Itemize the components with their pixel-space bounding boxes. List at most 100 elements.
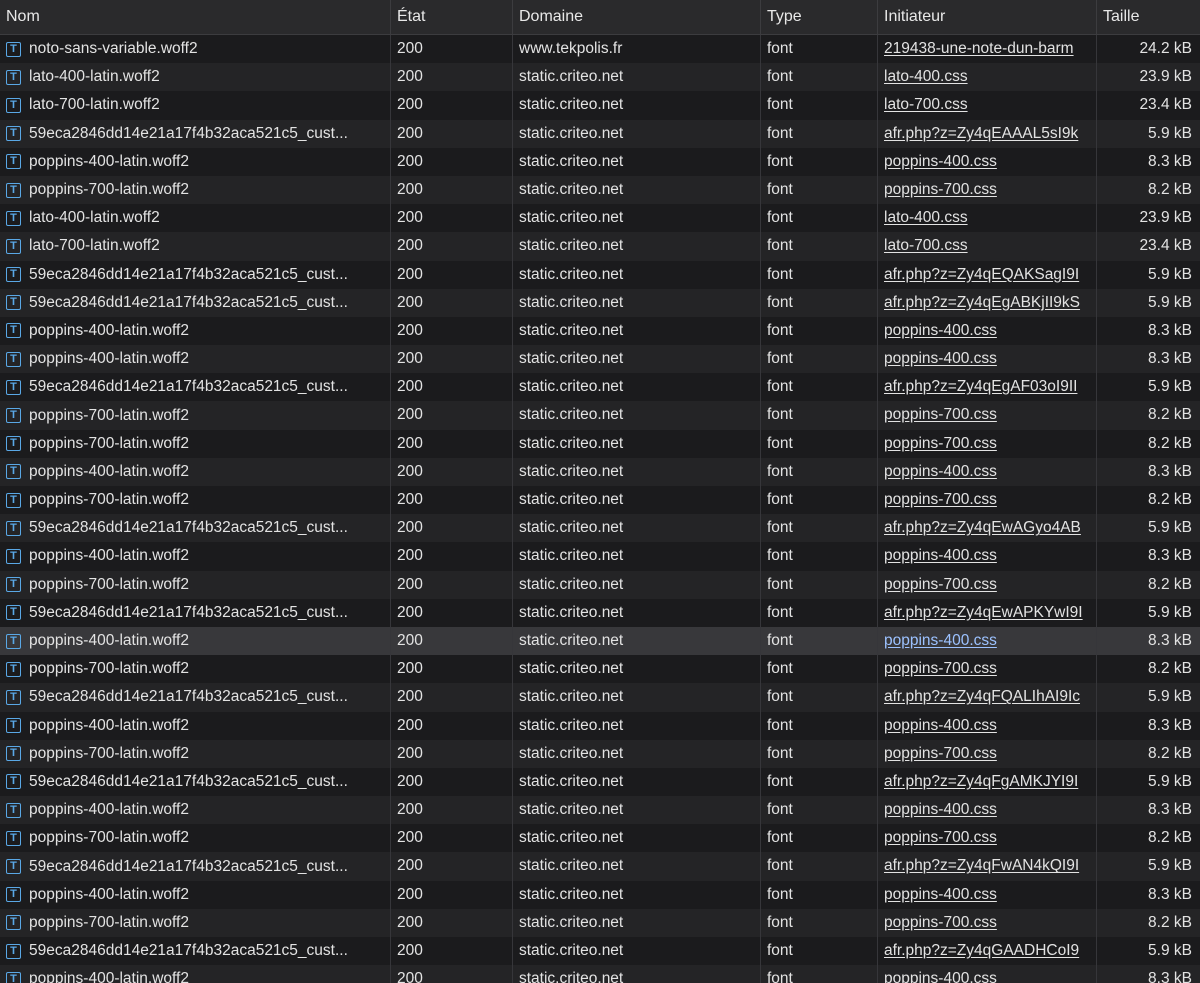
initiator-link[interactable]: poppins-700.css (884, 181, 997, 198)
table-row[interactable]: Tpoppins-700-latin.woff2 200 static.criteo… (0, 908, 1200, 937)
initiator-link[interactable]: poppins-700.css (884, 914, 997, 931)
table-row[interactable]: T 59eca2846dd14e21a17f4b32aca521c5_cust..… (0, 937, 1200, 966)
table-row[interactable]: Tlato-700-latin.woff2 200 static.criteo.ne… (0, 91, 1200, 120)
cell-nom[interactable]: Tpoppins-400-latin.woff2 (0, 796, 391, 825)
initiator-link[interactable]: afr.php?z=Zy4qFwAN4kQI9I (884, 857, 1079, 874)
cell-nom[interactable]: T 59eca2846dd14e21a17f4b32aca521c5_cust..… (0, 598, 391, 627)
column-header-domaine[interactable]: Domaine (513, 0, 761, 34)
table-row[interactable]: T 59eca2846dd14e21a17f4b32aca521c5_cust..… (0, 852, 1200, 881)
cell-nom[interactable]: Tlato-700-latin.woff2 (0, 232, 391, 261)
table-row[interactable]: Tpoppins-700-latin.woff2 200 static.criteo… (0, 739, 1200, 768)
cell-nom[interactable]: Tpoppins-700-latin.woff2 (0, 655, 391, 684)
table-row[interactable]: Tlato-400-latin.woff2 200 static.criteo.ne… (0, 63, 1200, 92)
table-row[interactable]: Tpoppins-400-latin.woff2 200 static.criteo… (0, 965, 1200, 983)
initiator-link[interactable]: poppins-700.css (884, 576, 997, 593)
initiator-link[interactable]: poppins-400.css (884, 886, 997, 903)
table-row[interactable]: T 59eca2846dd14e21a17f4b32aca521c5_cust..… (0, 260, 1200, 289)
cell-nom[interactable]: Tpoppins-700-latin.woff2 (0, 824, 391, 853)
table-row[interactable]: T 59eca2846dd14e21a17f4b32aca521c5_cust..… (0, 288, 1200, 317)
initiator-link[interactable]: afr.php?z=Zy4qEwAGyo4AB (884, 519, 1081, 536)
initiator-link[interactable]: lato-400.css (884, 209, 968, 226)
column-header-initiateur[interactable]: Initiateur (878, 0, 1097, 34)
initiator-link[interactable]: lato-700.css (884, 96, 968, 113)
table-row[interactable]: Tpoppins-700-latin.woff2 200 static.criteo… (0, 486, 1200, 515)
initiator-link[interactable]: afr.php?z=Zy4qEgABKjII9kS (884, 294, 1080, 311)
table-row[interactable]: Tpoppins-400-latin.woff2 200 static.criteo… (0, 542, 1200, 571)
cell-nom[interactable]: Tpoppins-400-latin.woff2 (0, 147, 391, 176)
cell-nom[interactable]: Tlato-400-latin.woff2 (0, 63, 391, 92)
table-row[interactable]: Tpoppins-700-latin.woff2 200 static.criteo… (0, 429, 1200, 458)
table-row[interactable]: Tpoppins-700-latin.woff2 200 static.criteo… (0, 824, 1200, 853)
initiator-link[interactable]: poppins-400.css (884, 153, 997, 170)
cell-nom[interactable]: Tlato-700-latin.woff2 (0, 91, 391, 120)
table-row[interactable]: Tpoppins-400-latin.woff2 200 static.criteo… (0, 147, 1200, 176)
initiator-link[interactable]: poppins-700.css (884, 660, 997, 677)
cell-nom[interactable]: Tpoppins-700-latin.woff2 (0, 570, 391, 599)
cell-nom[interactable]: T 59eca2846dd14e21a17f4b32aca521c5_cust..… (0, 683, 391, 712)
table-row[interactable]: Tpoppins-400-latin.woff2 200 static.criteo… (0, 457, 1200, 486)
initiator-link[interactable]: lato-700.css (884, 237, 968, 254)
column-header-etat[interactable]: État (391, 0, 513, 34)
column-header-nom[interactable]: Nom (0, 0, 391, 34)
table-row[interactable]: Tpoppins-400-latin.woff2 200 static.criteo… (0, 711, 1200, 740)
cell-nom[interactable]: T 59eca2846dd14e21a17f4b32aca521c5_cust..… (0, 852, 391, 881)
table-row[interactable]: Tnoto-sans-variable.woff2 200 www.tekpolis… (0, 35, 1200, 64)
cell-nom[interactable]: T 59eca2846dd14e21a17f4b32aca521c5_cust..… (0, 119, 391, 148)
cell-nom[interactable]: Tpoppins-400-latin.woff2 (0, 626, 391, 656)
initiator-link[interactable]: poppins-400.css (884, 632, 997, 649)
initiator-link[interactable]: poppins-400.css (884, 547, 997, 564)
initiator-link[interactable]: afr.php?z=Zy4qEQAKSagI9I (884, 266, 1079, 283)
cell-nom[interactable]: T 59eca2846dd14e21a17f4b32aca521c5_cust..… (0, 288, 391, 317)
cell-nom[interactable]: Tlato-400-latin.woff2 (0, 204, 391, 233)
initiator-link[interactable]: poppins-700.css (884, 435, 997, 452)
cell-nom[interactable]: Tpoppins-700-latin.woff2 (0, 908, 391, 937)
table-row[interactable]: Tpoppins-700-latin.woff2 200 static.criteo… (0, 175, 1200, 205)
cell-nom[interactable]: Tnoto-sans-variable.woff2 (0, 35, 391, 64)
initiator-link[interactable]: afr.php?z=Zy4qEAAAL5sI9k (884, 125, 1078, 142)
initiator-link[interactable]: poppins-400.css (884, 970, 997, 983)
initiator-link[interactable]: afr.php?z=Zy4qFQALIhAI9Ic (884, 688, 1080, 705)
initiator-link[interactable]: afr.php?z=Zy4qEgAF03oI9II (884, 378, 1077, 395)
cell-nom[interactable]: Tpoppins-700-latin.woff2 (0, 486, 391, 515)
cell-nom[interactable]: Tpoppins-400-latin.woff2 (0, 965, 391, 983)
table-row[interactable]: Tpoppins-700-latin.woff2 200 static.criteo… (0, 570, 1200, 599)
initiator-link[interactable]: poppins-700.css (884, 491, 997, 508)
initiator-link[interactable]: afr.php?z=Zy4qEwAPKYwI9I (884, 604, 1083, 621)
initiator-link[interactable]: poppins-400.css (884, 350, 997, 367)
initiator-link[interactable]: poppins-700.css (884, 406, 997, 423)
cell-nom[interactable]: Tpoppins-400-latin.woff2 (0, 457, 391, 486)
cell-nom[interactable]: T 59eca2846dd14e21a17f4b32aca521c5_cust..… (0, 937, 391, 966)
initiator-link[interactable]: afr.php?z=Zy4qGAADHCoI9 (884, 942, 1079, 959)
initiator-link[interactable]: poppins-400.css (884, 717, 997, 734)
table-row[interactable]: Tpoppins-700-latin.woff2 200 static.criteo… (0, 401, 1200, 430)
table-row[interactable]: T 59eca2846dd14e21a17f4b32aca521c5_cust..… (0, 598, 1200, 627)
cell-nom[interactable]: Tpoppins-700-latin.woff2 (0, 401, 391, 430)
cell-nom[interactable]: Tpoppins-700-latin.woff2 (0, 175, 391, 205)
cell-nom[interactable]: T 59eca2846dd14e21a17f4b32aca521c5_cust..… (0, 767, 391, 797)
initiator-link[interactable]: 219438-une-note-dun-barm (884, 40, 1074, 57)
table-row[interactable]: Tpoppins-400-latin.woff2 200 static.criteo… (0, 345, 1200, 374)
table-row[interactable]: Tpoppins-400-latin.woff2 200 static.criteo… (0, 316, 1200, 346)
cell-nom[interactable]: Tpoppins-400-latin.woff2 (0, 542, 391, 571)
cell-nom[interactable]: Tpoppins-400-latin.woff2 (0, 711, 391, 740)
initiator-link[interactable]: poppins-700.css (884, 745, 997, 762)
table-row[interactable]: T 59eca2846dd14e21a17f4b32aca521c5_cust..… (0, 373, 1200, 402)
table-row[interactable]: Tpoppins-700-latin.woff2 200 static.criteo… (0, 655, 1200, 684)
cell-nom[interactable]: Tpoppins-700-latin.woff2 (0, 429, 391, 458)
table-row[interactable]: T 59eca2846dd14e21a17f4b32aca521c5_cust..… (0, 119, 1200, 148)
cell-nom[interactable]: T 59eca2846dd14e21a17f4b32aca521c5_cust..… (0, 260, 391, 289)
table-row[interactable]: T 59eca2846dd14e21a17f4b32aca521c5_cust..… (0, 514, 1200, 543)
initiator-link[interactable]: poppins-400.css (884, 322, 997, 339)
table-row[interactable]: Tpoppins-400-latin.woff2 200 static.criteo… (0, 626, 1200, 656)
table-row[interactable]: T 59eca2846dd14e21a17f4b32aca521c5_cust..… (0, 767, 1200, 797)
initiator-link[interactable]: afr.php?z=Zy4qFgAMKJYI9I (884, 773, 1078, 790)
table-row[interactable]: Tpoppins-400-latin.woff2 200 static.criteo… (0, 796, 1200, 825)
initiator-link[interactable]: poppins-400.css (884, 801, 997, 818)
cell-nom[interactable]: Tpoppins-400-latin.woff2 (0, 880, 391, 909)
table-row[interactable]: Tpoppins-400-latin.woff2 200 static.criteo… (0, 880, 1200, 909)
table-row[interactable]: T 59eca2846dd14e21a17f4b32aca521c5_cust..… (0, 683, 1200, 712)
initiator-link[interactable]: poppins-700.css (884, 829, 997, 846)
cell-nom[interactable]: Tpoppins-400-latin.woff2 (0, 345, 391, 374)
table-row[interactable]: Tlato-700-latin.woff2 200 static.criteo.ne… (0, 232, 1200, 261)
table-row[interactable]: Tlato-400-latin.woff2 200 static.criteo.ne… (0, 204, 1200, 233)
